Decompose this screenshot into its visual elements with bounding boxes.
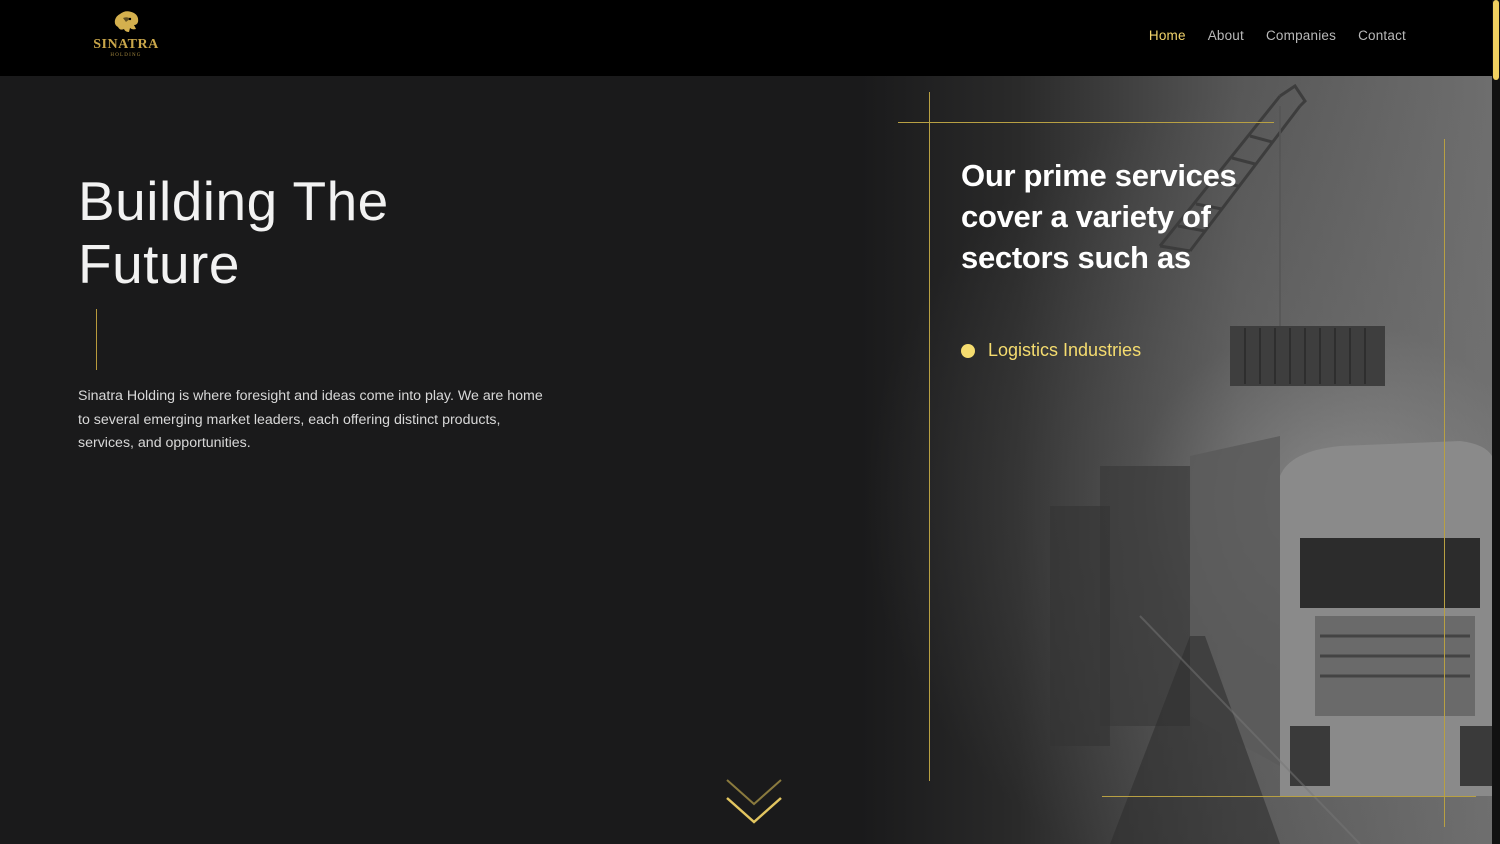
frame-line-right xyxy=(1444,139,1445,827)
hero-description: Sinatra Holding is where foresight and i… xyxy=(78,388,543,451)
logo-subtitle: HOLDING xyxy=(110,53,142,58)
frame-line-bottom xyxy=(1102,796,1476,797)
sectors-heading: Our prime services cover a variety of se… xyxy=(961,158,1237,275)
scrollbar-thumb[interactable] xyxy=(1493,0,1499,80)
nav-home[interactable]: Home xyxy=(1149,28,1186,43)
nav-about[interactable]: About xyxy=(1208,28,1244,43)
dot-icon xyxy=(961,343,975,358)
logo-name: SINATRA xyxy=(93,37,159,52)
sector-item-logistics[interactable]: Logistics Industries xyxy=(961,340,1141,361)
site-logo[interactable]: SINATRA HOLDING xyxy=(88,10,164,66)
frame-line-top xyxy=(898,122,1274,123)
scrollbar[interactable] xyxy=(1492,0,1500,844)
site-header: SINATRA HOLDING Home About Companies Con… xyxy=(0,0,1500,76)
nav-contact[interactable]: Contact xyxy=(1358,28,1406,43)
hero-divider xyxy=(96,309,97,370)
hero-title: Building The Future xyxy=(78,170,389,295)
lion-head-icon xyxy=(114,11,139,33)
chevron-down-icon[interactable] xyxy=(724,778,784,828)
main-nav: Home About Companies Contact xyxy=(1149,28,1406,43)
nav-companies[interactable]: Companies xyxy=(1266,28,1336,43)
frame-line-left xyxy=(929,92,930,781)
page: SINATRA HOLDING Home About Companies Con… xyxy=(0,0,1500,844)
sector-label: Logistics Industries xyxy=(988,340,1142,360)
